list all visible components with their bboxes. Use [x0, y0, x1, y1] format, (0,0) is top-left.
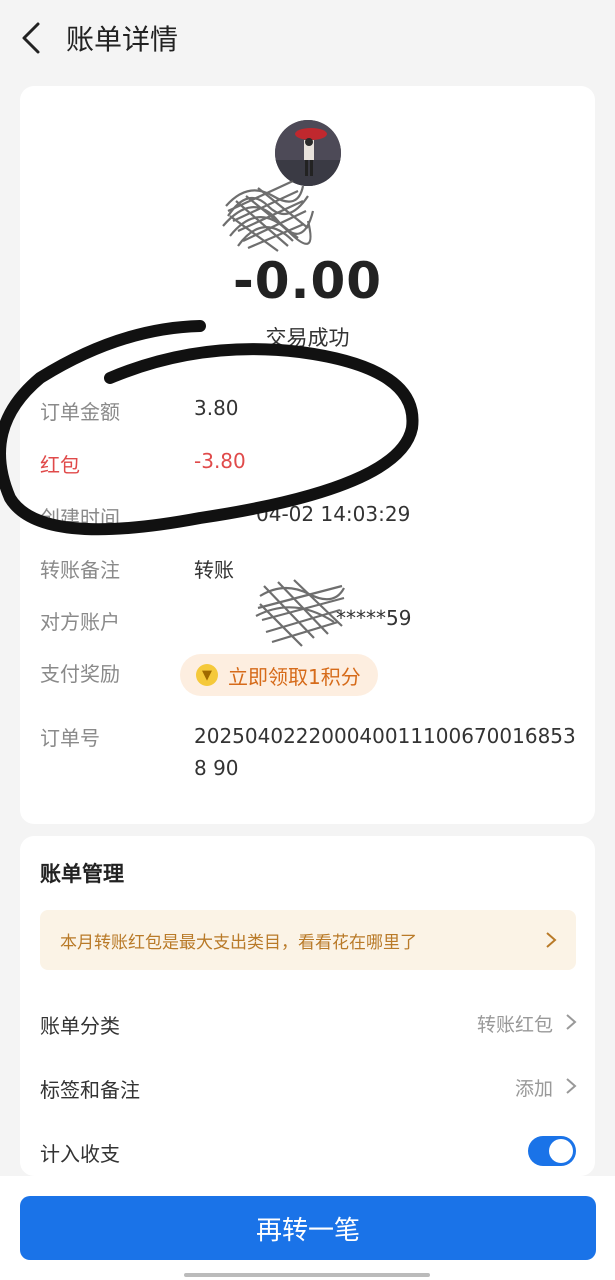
toggle-knob	[549, 1139, 573, 1163]
chevron-left-icon[interactable]	[18, 20, 48, 56]
redacted-scribble-account	[255, 579, 345, 647]
amount-value: -0.00	[232, 252, 383, 310]
order-amount-label: 订单金额	[40, 400, 120, 424]
transaction-status: 交易成功	[265, 326, 350, 350]
claim-points-button[interactable]: ▼ 立即领取1积分	[180, 654, 378, 696]
bill-management-title: 账单管理	[40, 862, 124, 886]
payment-reward-label: 支付奖励	[40, 662, 120, 686]
spending-tip-banner[interactable]: 本月转账红包是最大支出类目，看看花在哪里了	[40, 910, 576, 970]
include-in-balance-toggle[interactable]	[528, 1136, 576, 1166]
chevron-right-icon[interactable]	[564, 1076, 578, 1096]
coin-icon: ▼	[196, 664, 218, 686]
created-time-label: 创建时间	[40, 506, 120, 530]
claim-points-label: 立即领取1积分	[228, 664, 361, 689]
transfer-note-value: 转账	[194, 558, 234, 582]
created-time-value: 04-02 14:03:29	[256, 502, 411, 526]
tags-notes-label: 标签和备注	[40, 1078, 140, 1102]
transfer-note-label: 转账备注	[40, 558, 120, 582]
app-header: 账单详情	[0, 0, 615, 76]
page-title: 账单详情	[66, 23, 179, 56]
bill-category-label: 账单分类	[40, 1014, 120, 1038]
include-in-balance-label: 计入收支	[40, 1142, 120, 1166]
red-packet-value: -3.80	[194, 449, 246, 473]
order-amount-value: 3.80	[194, 396, 239, 420]
order-number-value: 2025040222000400111006700168538 90	[194, 724, 576, 780]
red-packet-label: 红包	[40, 453, 80, 477]
chevron-right-icon[interactable]	[564, 1012, 578, 1032]
spending-tip-text: 本月转账红包是最大支出类目，看看花在哪里了	[60, 933, 417, 953]
home-indicator	[184, 1273, 430, 1277]
transfer-again-button[interactable]: 再转一笔	[20, 1196, 596, 1260]
tags-notes-value[interactable]: 添加	[515, 1074, 553, 1101]
counterparty-account-label: 对方账户	[40, 610, 120, 634]
bill-category-value[interactable]: 转账红包	[477, 1010, 553, 1037]
redacted-scribble	[222, 180, 315, 252]
chevron-right-icon	[546, 932, 557, 948]
order-number-label: 订单号	[40, 726, 100, 750]
